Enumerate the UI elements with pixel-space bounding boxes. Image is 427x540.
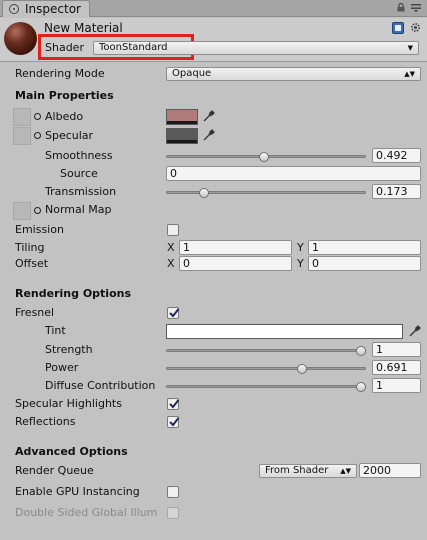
gpu-instancing-checkbox[interactable] [167,486,179,498]
tint-label: Tint [45,324,66,337]
advanced-options-heading: Advanced Options [15,445,128,458]
eyedropper-icon[interactable] [203,110,215,122]
material-preview-sphere [4,22,37,55]
menu-icon[interactable] [411,3,421,13]
emission-checkbox[interactable] [167,224,179,236]
strength-label: Strength [45,343,93,356]
shader-dropdown-value: ToonStandard [99,42,168,53]
updown-arrows-icon: ▲▼ [340,467,351,475]
tiling-label: Tiling [15,241,45,254]
render-queue-dropdown-value: From Shader [265,465,329,476]
eyedropper-icon[interactable] [409,325,421,337]
power-slider-track[interactable] [166,367,366,370]
help-book-icon[interactable] [392,22,404,34]
diffuse-contribution-value-field[interactable]: 1 [372,378,421,393]
specular-highlights-checkbox[interactable] [167,398,180,410]
rendering-mode-label: Rendering Mode [15,67,105,80]
chevron-down-icon: ▼ [407,44,413,52]
source-value-field[interactable]: 0 [166,166,421,181]
gpu-instancing-label: Enable GPU Instancing [15,485,140,498]
albedo-picker-dot-icon[interactable] [34,113,41,120]
normal-map-texture-slot[interactable] [13,202,31,220]
inspector-icon [9,4,19,14]
offset-x-label: X [167,257,175,270]
power-slider-thumb[interactable] [297,364,308,374]
render-queue-label: Render Queue [15,464,94,477]
tiling-x-label: X [167,241,175,254]
specular-color-swatch[interactable] [166,128,198,144]
specular-picker-dot-icon[interactable] [34,132,41,139]
source-label: Source [60,167,98,180]
specular-label: Specular [45,129,94,142]
power-label: Power [45,361,79,374]
tiling-y-field[interactable]: 1 [308,240,421,255]
tiling-x-field[interactable]: 1 [179,240,292,255]
strength-slider-track[interactable] [166,349,366,352]
tint-color-swatch[interactable] [166,324,403,339]
gear-icon[interactable] [410,22,421,33]
rendering-mode-value: Opaque [172,68,212,79]
smoothness-label: Smoothness [45,149,113,162]
strength-slider-thumb[interactable] [356,346,366,356]
checkmark-icon [169,308,180,318]
checkmark-icon [169,417,180,427]
double-sided-gi-label: Double Sided Global Illum [15,506,158,519]
offset-x-field[interactable]: 0 [179,256,292,271]
render-queue-dropdown[interactable]: From Shader ▲▼ [259,464,357,478]
lock-icon[interactable] [397,3,405,12]
fresnel-label: Fresnel [15,306,55,319]
shader-dropdown[interactable]: ToonStandard ▼ [93,41,419,55]
normal-map-label: Normal Map [45,203,112,216]
normal-map-picker-dot-icon[interactable] [34,207,41,214]
fresnel-checkbox[interactable] [167,307,180,319]
smoothness-slider-thumb[interactable] [259,152,270,162]
specular-texture-slot[interactable] [13,127,31,145]
checkmark-icon [169,399,180,409]
transmission-slider-thumb[interactable] [198,188,209,198]
strength-value-field[interactable]: 1 [372,342,421,357]
main-properties-heading: Main Properties [15,89,114,102]
render-queue-value-field[interactable]: 2000 [359,463,421,478]
offset-y-field[interactable]: 0 [308,256,421,271]
eyedropper-icon[interactable] [203,129,215,141]
reflections-label: Reflections [15,415,76,428]
offset-label: Offset [15,257,49,270]
smoothness-value-field[interactable]: 0.492 [372,148,421,163]
updown-arrows-icon: ▲▼ [404,70,415,78]
inspector-titlebar: Inspector [0,0,427,17]
tiling-y-label: Y [297,241,304,254]
transmission-label: Transmission [45,185,117,198]
shader-label: Shader [45,41,84,54]
tab-inspector-label: Inspector [25,2,81,16]
albedo-color-swatch[interactable] [166,109,198,125]
transmission-value-field[interactable]: 0.173 [372,184,421,199]
rendering-options-heading: Rendering Options [15,287,132,300]
albedo-label: Albedo [45,110,84,123]
double-sided-gi-checkbox [167,507,179,519]
diffuse-contribution-slider-track[interactable] [166,385,366,388]
tab-inspector[interactable]: Inspector [2,0,90,17]
albedo-texture-slot[interactable] [13,108,31,126]
power-value-field[interactable]: 0.691 [372,360,421,375]
offset-y-label: Y [297,257,304,270]
transmission-slider-track[interactable] [166,191,366,194]
specular-highlights-label: Specular Highlights [15,397,122,410]
diffuse-contribution-label: Diffuse Contribution [45,379,156,392]
rendering-mode-dropdown[interactable]: Opaque ▲▼ [166,67,421,81]
diffuse-contribution-slider-thumb[interactable] [356,382,366,392]
emission-label: Emission [15,223,64,236]
reflections-checkbox[interactable] [167,416,180,428]
